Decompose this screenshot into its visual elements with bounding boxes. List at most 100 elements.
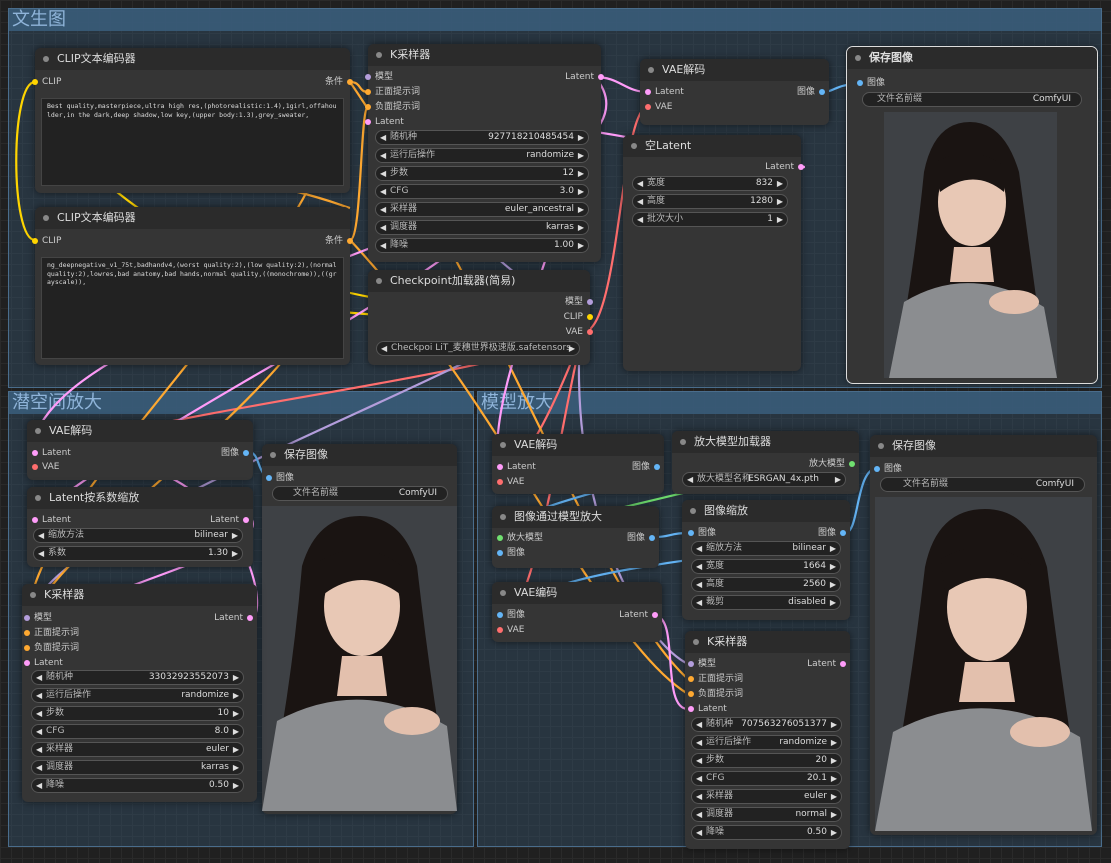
right-arrow-icon[interactable]: ▶ — [578, 149, 584, 162]
input-model[interactable]: 模型 — [688, 658, 716, 670]
right-arrow-icon[interactable]: ▶ — [830, 542, 836, 555]
generated-image[interactable] — [875, 497, 1092, 831]
node-latent-upscale-by[interactable]: Latent按系数缩放 Latent Latent ◀ 缩放方法 bilinear ▶… — [27, 487, 253, 567]
node-title[interactable]: Checkpoint加载器(简易) — [368, 270, 590, 292]
right-arrow-icon[interactable]: ▶ — [578, 185, 584, 198]
node-image-upscale-with-model[interactable]: 图像通过模型放大 放大模型 图像 图像 — [492, 506, 659, 568]
node-title[interactable]: VAE编码 — [492, 582, 662, 604]
vae-socket-icon[interactable] — [497, 627, 503, 633]
node-title[interactable]: CLIP文本编码器 — [35, 48, 350, 70]
right-arrow-icon[interactable]: ▶ — [831, 772, 837, 785]
output-image[interactable]: 图像 — [627, 532, 655, 544]
latent-socket-icon[interactable] — [798, 164, 804, 170]
generated-image[interactable] — [884, 112, 1057, 378]
input-vae[interactable]: VAE — [497, 624, 524, 636]
output-vae[interactable]: VAE — [566, 326, 593, 338]
output-latent[interactable]: Latent — [807, 658, 846, 670]
right-arrow-icon[interactable]: ▶ — [578, 167, 584, 180]
output-latent[interactable]: Latent — [214, 612, 253, 624]
right-arrow-icon[interactable]: ▶ — [831, 808, 837, 821]
right-arrow-icon[interactable]: ▶ — [233, 671, 239, 684]
right-arrow-icon[interactable]: ▶ — [777, 213, 783, 226]
seed-widget[interactable]: ◀ 随机种 707563276051377 ▶ — [691, 717, 842, 732]
output-clip[interactable]: CLIP — [564, 311, 593, 323]
input-image[interactable]: 图像 — [266, 472, 294, 484]
clip-socket-icon[interactable] — [32, 79, 38, 85]
filename-prefix-widget[interactable]: 文件名前缀 ComfyUI — [272, 486, 448, 501]
node-title[interactable]: CLIP文本编码器 — [35, 207, 350, 229]
input-latent[interactable]: Latent — [24, 657, 63, 669]
input-latent[interactable]: Latent — [32, 514, 71, 526]
latent-socket-icon[interactable] — [32, 450, 38, 456]
left-arrow-icon[interactable]: ◀ — [36, 671, 42, 684]
left-arrow-icon[interactable]: ◀ — [637, 213, 643, 226]
node-title[interactable]: K采样器 — [22, 584, 257, 606]
denoise-widget[interactable]: ◀ 降噪 0.50 ▶ — [31, 778, 244, 793]
latent-socket-icon[interactable] — [247, 615, 253, 621]
latent-socket-icon[interactable] — [840, 661, 846, 667]
left-arrow-icon[interactable]: ◀ — [696, 826, 702, 839]
input-negative[interactable]: 负面提示词 — [365, 101, 420, 113]
node-vae-decode[interactable]: VAE解码 Latent 图像 VAE — [492, 434, 664, 494]
left-arrow-icon[interactable]: ◀ — [637, 195, 643, 208]
right-arrow-icon[interactable]: ▶ — [578, 203, 584, 216]
image-socket-icon[interactable] — [654, 464, 660, 470]
node-title[interactable]: VAE解码 — [27, 420, 253, 442]
right-arrow-icon[interactable]: ▶ — [578, 131, 584, 144]
input-latent[interactable]: Latent — [645, 86, 684, 98]
output-model[interactable]: 模型 — [565, 296, 593, 308]
clip-socket-icon[interactable] — [587, 314, 593, 320]
clip-socket-icon[interactable] — [32, 238, 38, 244]
batch-size-widget[interactable]: ◀ 批次大小 1 ▶ — [632, 212, 788, 227]
model-socket-icon[interactable] — [365, 74, 371, 80]
output-image[interactable]: 图像 — [221, 447, 249, 459]
left-arrow-icon[interactable]: ◀ — [380, 167, 386, 180]
right-arrow-icon[interactable]: ▶ — [233, 761, 239, 774]
latent-socket-icon[interactable] — [24, 660, 30, 666]
cond-socket-icon[interactable] — [365, 104, 371, 110]
scale-by-widget[interactable]: ◀ 系数 1.30 ▶ — [33, 546, 243, 561]
right-arrow-icon[interactable]: ▶ — [578, 239, 584, 252]
node-title[interactable]: 保存图像 — [262, 444, 457, 466]
node-vae-encode[interactable]: VAE编码 图像 Latent VAE — [492, 582, 662, 642]
node-upscale-model-loader[interactable]: 放大模型加载器 放大模型 ◀ 放大模型名称 ESRGAN_4x.pth ▶ — [672, 431, 859, 494]
node-ksampler[interactable]: K采样器 模型 Latent 正面提示词 负面提示词 Latent ◀ 随机种 33… — [22, 584, 257, 802]
model-socket-icon[interactable] — [587, 299, 593, 305]
left-arrow-icon[interactable]: ◀ — [36, 743, 42, 756]
filename-prefix-widget[interactable]: 文件名前缀 ComfyUI — [862, 92, 1082, 107]
node-save-image[interactable]: 保存图像 图像 文件名前缀 ComfyUI — [870, 435, 1097, 835]
left-arrow-icon[interactable]: ◀ — [696, 790, 702, 803]
right-arrow-icon[interactable]: ▶ — [831, 754, 837, 767]
node-title[interactable]: 图像缩放 — [682, 500, 850, 522]
right-arrow-icon[interactable]: ▶ — [830, 578, 836, 591]
steps-widget[interactable]: ◀ 步数 10 ▶ — [31, 706, 244, 721]
seed-widget[interactable]: ◀ 随机种 33032923552073 ▶ — [31, 670, 244, 685]
image-socket-icon[interactable] — [840, 530, 846, 536]
control-after-generate-widget[interactable]: ◀ 运行后操作 randomize ▶ — [691, 735, 842, 750]
steps-widget[interactable]: ◀ 步数 12 ▶ — [375, 166, 589, 181]
node-title[interactable]: Latent按系数缩放 — [27, 487, 253, 509]
right-arrow-icon[interactable]: ▶ — [831, 718, 837, 731]
vae-socket-icon[interactable] — [32, 464, 38, 470]
right-arrow-icon[interactable]: ▶ — [835, 473, 841, 486]
input-latent[interactable]: Latent — [365, 116, 404, 128]
generated-image[interactable] — [262, 506, 457, 811]
steps-widget[interactable]: ◀ 步数 20 ▶ — [691, 753, 842, 768]
left-arrow-icon[interactable]: ◀ — [36, 707, 42, 720]
right-arrow-icon[interactable]: ▶ — [777, 177, 783, 190]
input-negative[interactable]: 负面提示词 — [24, 642, 79, 654]
right-arrow-icon[interactable]: ▶ — [830, 596, 836, 609]
input-positive[interactable]: 正面提示词 — [24, 627, 79, 639]
right-arrow-icon[interactable]: ▶ — [232, 547, 238, 560]
right-arrow-icon[interactable]: ▶ — [830, 560, 836, 573]
latent-socket-icon[interactable] — [497, 464, 503, 470]
input-latent[interactable]: Latent — [497, 461, 536, 473]
left-arrow-icon[interactable]: ◀ — [696, 560, 702, 573]
left-arrow-icon[interactable]: ◀ — [36, 689, 42, 702]
input-positive[interactable]: 正面提示词 — [365, 86, 420, 98]
right-arrow-icon[interactable]: ▶ — [831, 826, 837, 839]
prompt-textarea[interactable]: ng_deepnegative_v1_75t,badhandv4,(worst … — [41, 257, 344, 359]
right-arrow-icon[interactable]: ▶ — [233, 689, 239, 702]
output-image[interactable]: 图像 — [797, 86, 825, 98]
prompt-textarea[interactable]: Best quality,masterpiece,ultra high res,… — [41, 98, 344, 186]
